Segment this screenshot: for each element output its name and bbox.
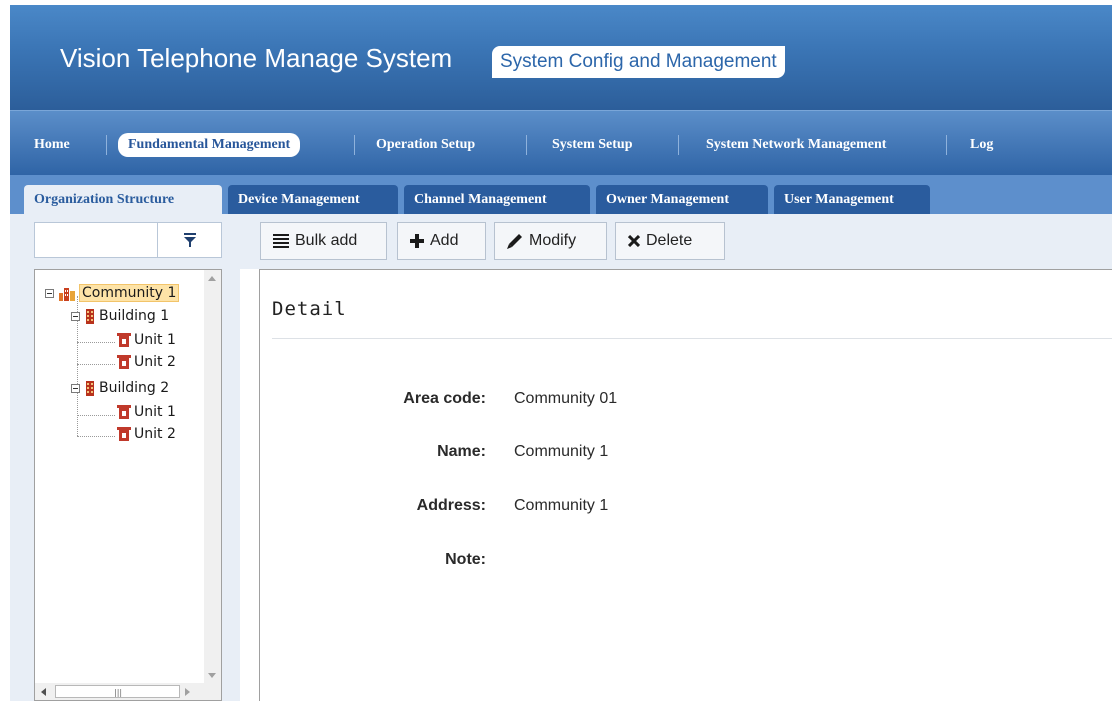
app-header: Vision Telephone Manage System System Co… (10, 5, 1112, 110)
scroll-right-icon[interactable] (185, 688, 190, 696)
org-tree: Community 1 Building 1 Unit 1 Unit 2 Bui… (34, 269, 222, 701)
tree-connector (77, 415, 115, 416)
collapse-toggle[interactable] (45, 288, 54, 298)
divider (272, 338, 1112, 339)
nav-separator (106, 135, 107, 155)
tree-node-building[interactable]: Building 1 (71, 305, 169, 327)
tree-node-label[interactable]: Unit 1 (134, 404, 176, 420)
tree-connector (77, 342, 115, 343)
nav-log[interactable]: Log (960, 133, 1003, 157)
tab-user-management[interactable]: User Management (774, 185, 930, 214)
delete-button[interactable]: Delete (615, 222, 725, 260)
close-icon (628, 235, 640, 247)
tree-connector (77, 364, 115, 365)
unit-icon (117, 355, 131, 369)
scroll-thumb[interactable]: ||| (55, 685, 180, 698)
unit-icon (117, 405, 131, 419)
filter-button[interactable] (158, 222, 222, 258)
nav-separator (354, 135, 355, 155)
unit-icon (117, 427, 131, 441)
note-label: Note: (445, 551, 486, 568)
address-label: Address: (416, 497, 486, 514)
nav-system-network-management[interactable]: System Network Management (696, 133, 896, 157)
filter-icon (183, 233, 196, 247)
tree-node-label[interactable]: Building 2 (99, 380, 169, 396)
tree-node-label[interactable]: Building 1 (99, 308, 169, 324)
modify-label: Modify (529, 232, 577, 249)
tab-owner-management[interactable]: Owner Management (596, 185, 768, 214)
detail-title: Detail (272, 298, 347, 320)
tab-device-management[interactable]: Device Management (228, 185, 398, 214)
unit-icon (117, 333, 131, 347)
detail-panel: Detail Area code: Community 01 Name: Com… (259, 269, 1112, 701)
tab-channel-management[interactable]: Channel Management (404, 185, 590, 214)
nav-operation-setup[interactable]: Operation Setup (366, 133, 485, 157)
bulk-add-button[interactable]: Bulk add (260, 222, 387, 260)
tree-filter-input[interactable] (34, 222, 158, 258)
community-icon (59, 288, 75, 301)
bulk-add-label: Bulk add (295, 232, 358, 249)
nav-home[interactable]: Home (24, 133, 80, 157)
area-code-value: Community 01 (514, 390, 618, 407)
tree-node-community[interactable]: Community 1 (45, 282, 180, 304)
tab-organization-structure[interactable]: Organization Structure (24, 185, 222, 214)
modify-button[interactable]: Modify (494, 222, 607, 260)
grip-icon: ||| (114, 688, 123, 697)
address-value: Community 1 (514, 497, 609, 514)
plus-icon (410, 234, 424, 248)
scroll-down-icon[interactable] (208, 673, 216, 678)
nav-fundamental-management[interactable]: Fundamental Management (118, 133, 301, 157)
area-code-label: Area code: (403, 390, 486, 407)
collapse-toggle[interactable] (71, 311, 80, 321)
tree-node-unit[interactable]: Unit 1 (117, 329, 176, 351)
tree-node-label[interactable]: Unit 2 (134, 354, 176, 370)
scroll-up-icon[interactable] (208, 276, 216, 281)
building-icon (86, 381, 94, 396)
nav-separator (526, 135, 527, 155)
add-label: Add (430, 232, 459, 249)
tree-node-building[interactable]: Building 2 (71, 377, 169, 399)
collapse-toggle[interactable] (71, 383, 80, 393)
delete-label: Delete (646, 232, 693, 249)
pencil-icon (507, 234, 522, 249)
tree-node-label[interactable]: Community 1 (79, 284, 180, 302)
nav-separator (678, 135, 679, 155)
tree-node-unit[interactable]: Unit 1 (117, 401, 176, 423)
horizontal-scrollbar[interactable]: ||| (35, 683, 221, 700)
name-label: Name: (437, 443, 486, 460)
tree-node-unit[interactable]: Unit 2 (117, 351, 176, 373)
main-nav: Home Fundamental Management Operation Se… (10, 110, 1112, 175)
list-icon (273, 234, 289, 248)
sub-tab-bar: Organization Structure Device Management… (10, 175, 1112, 214)
tree-connector (77, 436, 115, 437)
app-title: Vision Telephone Manage System (60, 43, 453, 73)
nav-system-setup[interactable]: System Setup (542, 133, 643, 157)
nav-separator (946, 135, 947, 155)
toolbar: Bulk add Add Modify Delete (240, 214, 1112, 269)
app-subtitle: System Config and Management (492, 46, 785, 78)
tree-node-label[interactable]: Unit 1 (134, 332, 176, 348)
add-button[interactable]: Add (397, 222, 486, 260)
left-panel: Community 1 Building 1 Unit 1 Unit 2 Bui… (10, 214, 240, 701)
scroll-left-icon[interactable] (41, 688, 46, 696)
name-value: Community 1 (514, 443, 609, 460)
tree-node-unit[interactable]: Unit 2 (117, 423, 176, 445)
vertical-scrollbar[interactable] (204, 270, 221, 684)
tree-node-label[interactable]: Unit 2 (134, 426, 176, 442)
building-icon (86, 309, 94, 324)
